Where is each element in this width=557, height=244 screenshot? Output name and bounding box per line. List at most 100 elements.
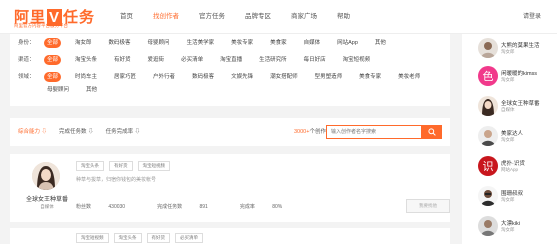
fans-label: 粉丝数 [76,204,92,210]
creator-channel-tags: 淘宝头条 有好货 淘宝短视频 [76,161,175,171]
filter-options-channel: 全部 淘宝头条 有好货 爱逛街 必买清单 淘宝直播 生活研究所 每日好店 淘宝短视频 [44,55,442,68]
filter-option-channel[interactable]: 爱逛街 [145,55,168,65]
filter-option-channel[interactable]: 淘宝短视频 [340,55,374,65]
fans-value: 430030 [108,204,126,210]
filter-option-channel[interactable]: 全部 [44,55,62,65]
filter-option-channel[interactable]: 生活研究所 [256,55,290,65]
nav-brand-zone[interactable]: 品牌专区 [245,0,271,34]
filter-option-channel[interactable]: 淘宝直播 [217,55,245,65]
tasks-value: 891 [199,204,208,210]
sidebar-creator-name: 大漂kiki [501,221,520,227]
nav-official-tasks[interactable]: 官方任务 [199,0,225,34]
channel-tag: 淘宝短视频 [76,233,109,243]
search-icon [428,128,436,136]
filter-option-channel[interactable]: 淘宝头条 [72,55,100,65]
sidebar-creator-role: 淘女郎 [501,137,515,142]
filter-row-identity: 身份： 全部 淘女郎 数码极客 母婴顾问 生活美学家 美妆专家 美食家 自媒体 网站App 其他 [18,38,442,51]
sort-bar: 综合能力 ⇩ 完成任务数 ⇩ 任务完成率 ⇩ 3000+个创作者 [10,118,450,146]
filter-row-channel: 渠道： 全部 淘宝头条 有好货 爱逛街 必买清单 淘宝直播 生活研究所 每日好店 淘宝短视频 [18,55,442,68]
filter-option-channel[interactable]: 每日好店 [301,55,329,65]
creator-avatar [478,96,498,116]
sort-overall-ability[interactable]: 综合能力 ⇩ [18,118,47,146]
login-link[interactable]: 请登录 [523,0,541,34]
filter-option-identity[interactable]: 网站App [334,38,361,48]
creator-stats: 粉丝数 430030 完成任务数 891 完成率 80% [76,203,314,210]
sidebar-creator[interactable]: 围珊叔叔 淘女郎 [478,186,557,210]
sidebar-creator-name: 美家达人 [501,131,524,137]
sidebar-creator-role: 自媒体 [501,107,515,112]
filter-option-identity[interactable]: 美妆专家 [228,38,256,48]
sidebar-creator-role: 淘女郎 [501,197,515,202]
filter-option-domain[interactable]: 潮女搭配师 [267,72,301,82]
site-logo[interactable]: 阿里 V 任务 阿里官方内容平台服务平台 [14,6,104,30]
filter-option-domain[interactable]: 数码极客 [189,72,217,82]
filter-option-domain[interactable]: 户外行者 [150,72,178,82]
filter-option-identity[interactable]: 母婴顾问 [145,38,173,48]
filter-option-identity[interactable]: 数码极客 [106,38,134,48]
filter-option-identity[interactable]: 淘女郎 [72,38,95,48]
svg-text:色: 色 [483,69,494,83]
creator-card[interactable]: 淘宝短视频 淘宝头条 有好货 必买清单 [10,228,450,244]
filter-option-identity[interactable]: 自媒体 [301,38,324,48]
creator-avatar: 色 [478,66,498,86]
svg-text:识: 识 [483,160,494,173]
hire-creator-button[interactable]: 我要找他 [406,199,450,213]
filter-option-channel[interactable]: 有好货 [111,55,134,65]
creator-description: 种草与拔草，归宿你钱包的美妆帐号 [76,177,157,183]
tasks-stat: 完成任务数 891 [157,203,224,210]
channel-tag: 有好货 [109,161,133,171]
filter-option-domain[interactable]: 全部 [44,72,62,82]
filter-option-domain[interactable]: 文娱先锋 [228,72,256,82]
sidebar-creator[interactable]: 色 闲暖暖的kimss 淘女郎 [478,66,557,90]
creator-avatar [478,216,498,236]
filter-option-domain[interactable]: 型男塑造师 [312,72,346,82]
sort-completion-rate[interactable]: 任务完成率 ⇩ [106,118,141,146]
channel-tag: 淘宝头条 [76,161,104,171]
creator-search-input[interactable] [326,125,422,139]
filter-option-domain[interactable]: 美妆老师 [395,72,423,82]
sort-tasks-completed[interactable]: 完成任务数 ⇩ [59,118,94,146]
sidebar-creator[interactable]: 大漂kiki 淘女郎 [478,216,557,240]
fans-stat: 粉丝数 430030 [76,203,141,210]
filter-option-domain[interactable]: 美食专家 [356,72,384,82]
rate-label: 完成率 [239,204,255,210]
rate-stat: 完成率 80% [240,203,298,210]
nav-merchant-square[interactable]: 商家广场 [291,0,317,34]
creator-avatar [478,126,498,146]
filter-option-domain[interactable]: 母婴顾问 [44,85,72,95]
filter-option-identity[interactable]: 美食家 [267,38,290,48]
sidebar-creator-role: 淘女郎 [501,227,515,232]
filter-option-identity[interactable]: 其他 [372,38,389,48]
top-navigation-bar: 阿里 V 任务 阿里官方内容平台服务平台 首页 找创作者 官方任务 品牌专区 商家广… [0,0,557,34]
channel-tag: 必买清单 [175,233,203,243]
filter-option-identity[interactable]: 生活美学家 [184,38,218,48]
tasks-label: 完成任务数 [157,204,183,210]
main-nav: 首页 找创作者 官方任务 品牌专区 商家广场 帮助 [120,0,370,34]
creator-avatar[interactable] [32,162,60,190]
sidebar-creator-role: 淘女郎 [501,77,515,82]
recommended-creators-sidebar: 大熊的莫果生活 淘女郎 色 闲暖暖的kimss 淘女郎 全球女王种草番 自媒体 … [462,34,557,244]
search-button[interactable] [422,125,442,139]
creator-card[interactable]: 全球女王种草番 自媒体 淘宝头条 有好货 淘宝短视频 种草与拔草，归宿你钱包的美… [10,154,450,222]
filter-option-domain[interactable]: 时尚车主 [72,72,100,82]
filter-option-identity[interactable]: 全部 [44,38,62,48]
filter-option-domain[interactable]: 居家巧匠 [111,72,139,82]
nav-help[interactable]: 帮助 [337,0,350,34]
nav-find-creators[interactable]: 找创作者 [153,0,179,34]
sidebar-creator-name: 全球女王种草番 [501,101,540,107]
sidebar-creator-name: 闲暖暖的kimss [501,71,538,77]
creator-role: 自媒体 [40,204,54,209]
nav-home[interactable]: 首页 [120,0,133,34]
sidebar-creator[interactable]: 识 虎扑·识货 网站App [478,156,557,180]
filter-panel: 身份： 全部 淘女郎 数码极客 母婴顾问 生活美学家 美妆专家 美食家 自媒体 网站App 其他 … [10,34,450,106]
creator-name[interactable]: 全球女王种草番 [14,194,80,203]
sidebar-creator-role: 淘女郎 [501,49,515,54]
sidebar-creator[interactable]: 大熊的莫果生活 淘女郎 [478,38,557,62]
filter-row-domain: 领域： 全部 时尚车主 居家巧匠 户外行者 数码极客 文娱先锋 潮女搭配师 型男塑造师 美食专家… [18,72,442,98]
sidebar-creator[interactable]: 美家达人 淘女郎 [478,126,557,150]
filter-option-channel[interactable]: 必买清单 [178,55,206,65]
creator-channel-tags: 淘宝短视频 淘宝头条 有好货 必买清单 [76,233,208,243]
filter-options-identity: 全部 淘女郎 数码极客 母婴顾问 生活美学家 美妆专家 美食家 自媒体 网站App 其他 [44,38,442,51]
filter-option-domain[interactable]: 其他 [83,85,100,95]
sidebar-creator[interactable]: 全球女王种草番 自媒体 [478,96,557,120]
